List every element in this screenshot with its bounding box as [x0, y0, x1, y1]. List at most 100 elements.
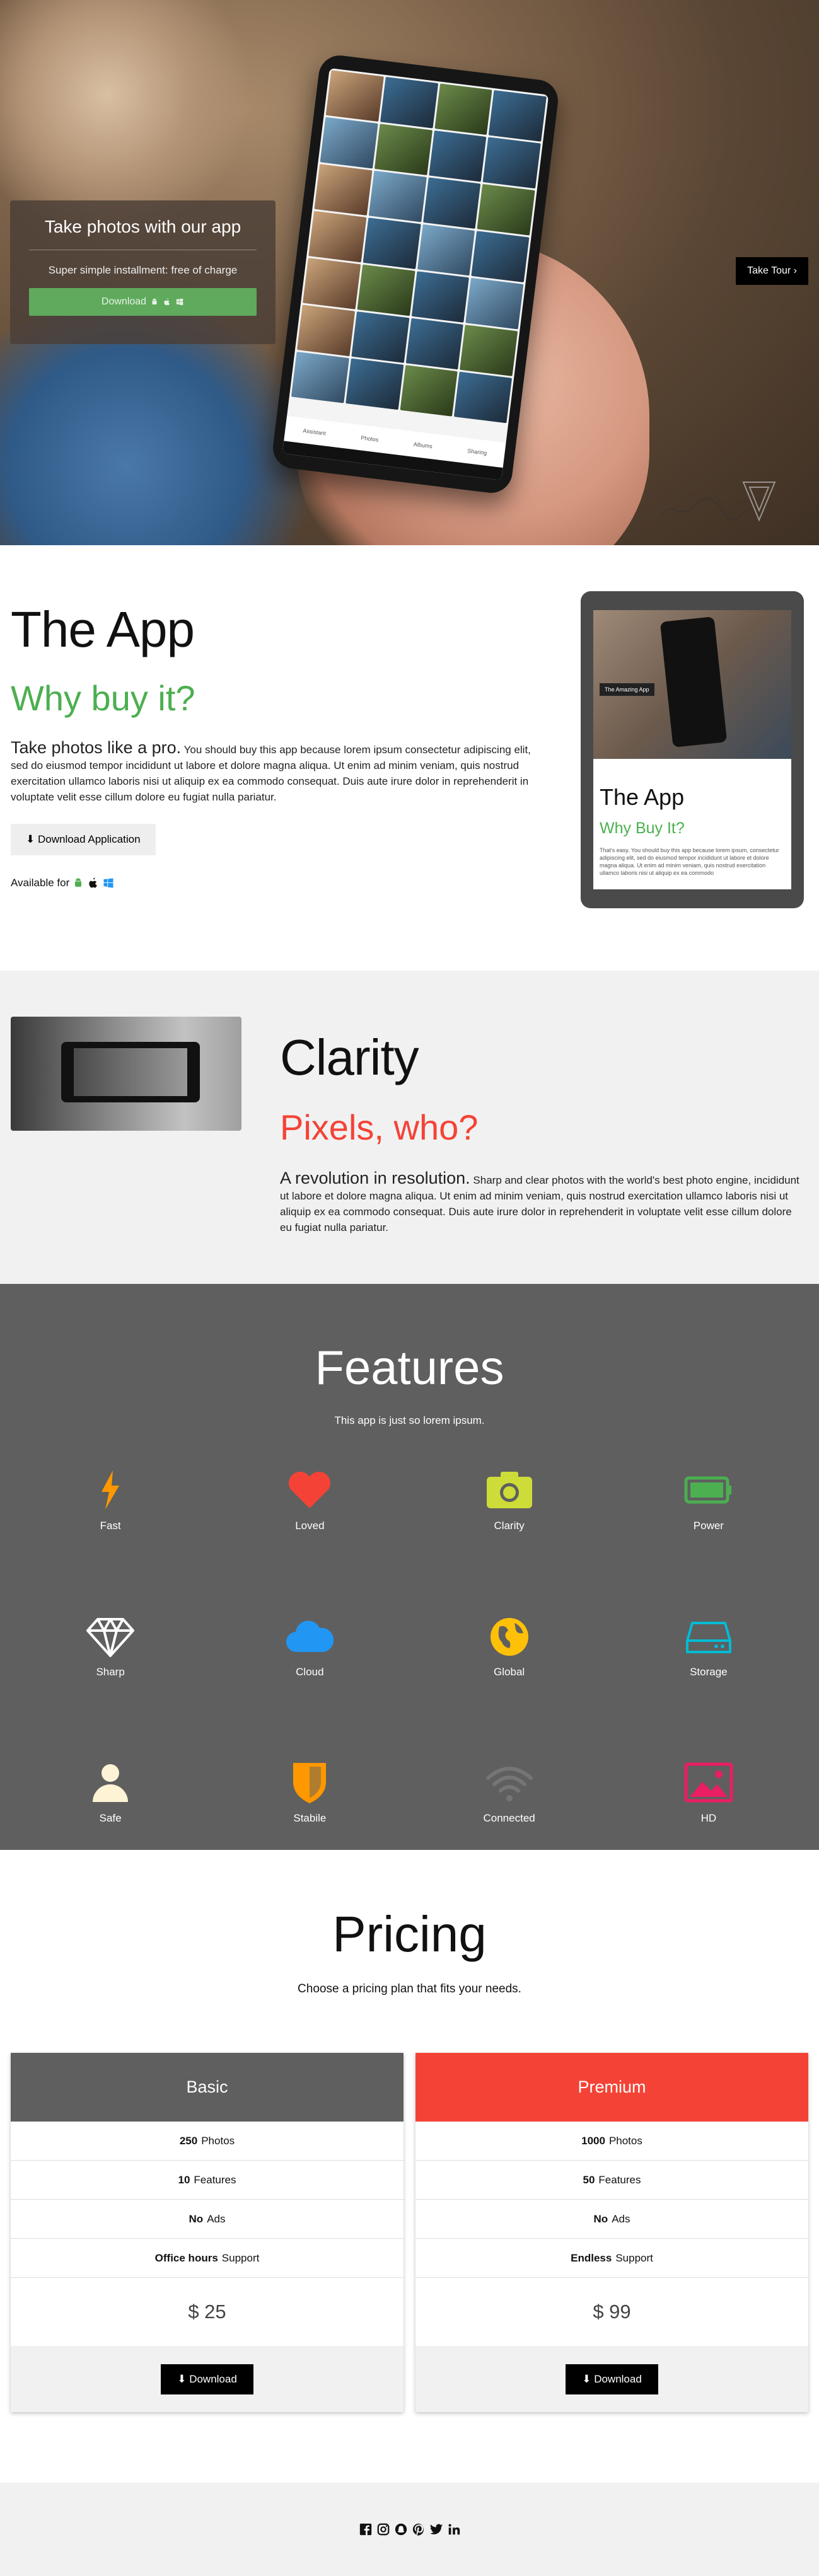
android-icon [152, 298, 157, 305]
plan-feature-label: Ads [612, 2212, 630, 2225]
pricing-title: Pricing [332, 1906, 487, 1962]
feature-label: Sharp [96, 1666, 125, 1678]
tablet-mockup-image: The Amazing App The App Why Buy It? That… [581, 591, 804, 908]
available-label: Available for [11, 877, 70, 889]
hero-card-subtitle: Super simple installment: free of charge [48, 264, 238, 276]
tablet-hero-image: The Amazing App [593, 610, 791, 759]
snapchat-icon[interactable] [394, 2522, 408, 2536]
battery-icon [684, 1476, 731, 1504]
features-section: Features This app is just so lorem ipsum… [0, 1284, 819, 1850]
plan-download-label: Download [189, 2372, 237, 2385]
camera-icon [486, 1472, 532, 1508]
hero-download-button[interactable]: Download [29, 288, 257, 316]
instagram-icon[interactable] [376, 2522, 390, 2536]
app-text-column: The App Why buy it? Take photos like a p… [11, 601, 534, 889]
available-platforms: Available for [11, 877, 534, 889]
app-subtitle: Why buy it? [11, 678, 195, 718]
feature-item: Fast [11, 1468, 210, 1532]
tablet-badge: The Amazing App [600, 683, 654, 696]
diamond-icon [86, 1618, 135, 1657]
plan-feature-row: No Ads [11, 2200, 404, 2239]
tablet-body: That's easy. You should buy this app bec… [600, 847, 779, 876]
feature-item: Cloud [210, 1614, 409, 1678]
clarity-subtitle: Pixels, who? [280, 1107, 479, 1147]
pricing-subtitle: Choose a pricing plan that fits your nee… [298, 1982, 521, 1996]
cloud-icon [286, 1620, 334, 1653]
plan-feature-row: 1000 Photos [415, 2122, 808, 2161]
pricing-section: Pricing Choose a pricing plan that fits … [0, 1850, 819, 2483]
feature-item: Sharp [11, 1614, 210, 1678]
apple-icon [164, 298, 170, 306]
phone-nav-item: Assistant [302, 427, 327, 437]
plan-feature-label: Support [615, 2251, 653, 2264]
feature-item: Storage [609, 1614, 808, 1678]
clarity-lead: A revolution in resolution. [280, 1169, 470, 1187]
take-tour-button[interactable]: Take Tour › [736, 257, 808, 285]
plan-header: Premium [415, 2053, 808, 2122]
plan-card-basic: Basic 250 Photos 10 Features No Ads Office … [11, 2053, 404, 2412]
plan-feature-label: Features [194, 2173, 236, 2186]
tablet-title: The App [600, 784, 685, 810]
signature-watermark [661, 482, 776, 522]
hero-background-blur [0, 0, 265, 227]
plan-feature-row: Office hours Support [11, 2239, 404, 2278]
chevron-right-icon: › [793, 265, 797, 276]
plan-feature-label: Photos [608, 2134, 642, 2147]
clarity-phone-image [61, 1042, 200, 1102]
plan-feature-value: No [189, 2212, 204, 2225]
feature-item: Clarity [410, 1468, 609, 1532]
facebook-icon[interactable] [359, 2522, 373, 2536]
plan-download-label: Download [594, 2372, 642, 2385]
app-description: Take photos like a pro. You should buy t… [11, 739, 534, 805]
app-section: The App Why buy it? Take photos like a p… [0, 545, 819, 971]
plan-feature-value: Endless [571, 2251, 612, 2264]
download-application-button[interactable]: ⬇ Download Application [11, 824, 156, 855]
feature-label: Storage [690, 1666, 728, 1678]
plan-footer: ⬇ Download [415, 2346, 808, 2412]
feature-label: Power [693, 1520, 724, 1532]
feature-item: HD [609, 1760, 808, 1825]
plan-download-button[interactable]: ⬇ Download [566, 2364, 658, 2394]
phone-nav-item: Sharing [467, 448, 487, 456]
wifi-icon [485, 1767, 533, 1801]
plan-feature-row: 250 Photos [11, 2122, 404, 2161]
plan-feature-row: Endless Support [415, 2239, 808, 2278]
plan-feature-row: No Ads [415, 2200, 808, 2239]
footer [0, 2483, 819, 2576]
feature-label: Loved [295, 1520, 325, 1532]
linkedin-icon[interactable] [447, 2522, 461, 2536]
tablet-screen: The Amazing App The App Why Buy It? That… [593, 610, 791, 889]
plan-feature-label: Photos [201, 2134, 235, 2147]
heart-icon [289, 1471, 331, 1508]
clarity-image [11, 1017, 241, 1131]
hdd-icon [685, 1622, 731, 1653]
plan-feature-label: Features [598, 2173, 641, 2186]
clarity-text-column: Clarity Pixels, who? A revolution in res… [280, 1029, 803, 1235]
plan-feature-value: No [593, 2212, 608, 2225]
shield-icon [293, 1763, 327, 1803]
twitter-icon[interactable] [429, 2522, 443, 2536]
bolt-icon [102, 1470, 120, 1510]
hero-card-title: Take photos with our app [44, 217, 241, 236]
feature-item: Global [410, 1614, 609, 1678]
take-tour-label: Take Tour [747, 265, 791, 276]
phone-screen: Assistant Photos Albums Sharing [282, 67, 549, 481]
plan-feature-value: 10 [178, 2173, 190, 2186]
windows-icon [176, 298, 183, 306]
plan-price: $ 25 [188, 2301, 226, 2323]
features-subtitle: This app is just so lorem ipsum. [334, 1414, 485, 1426]
app-title: The App [11, 601, 195, 657]
image-icon [684, 1762, 733, 1803]
pinterest-icon[interactable] [412, 2522, 426, 2536]
plan-download-button[interactable]: ⬇ Download [161, 2364, 253, 2394]
feature-label: Fast [100, 1520, 121, 1532]
feature-label: Global [494, 1666, 525, 1678]
hero-download-label: Download [101, 296, 147, 307]
hero-phone-image: Assistant Photos Albums Sharing [270, 53, 561, 495]
clarity-title: Clarity [280, 1029, 419, 1085]
plan-feature-value: 50 [583, 2173, 595, 2186]
feature-item: Loved [210, 1468, 409, 1532]
feature-item: Connected [410, 1760, 609, 1825]
android-icon [75, 878, 82, 887]
tablet-phone-image [659, 616, 728, 748]
